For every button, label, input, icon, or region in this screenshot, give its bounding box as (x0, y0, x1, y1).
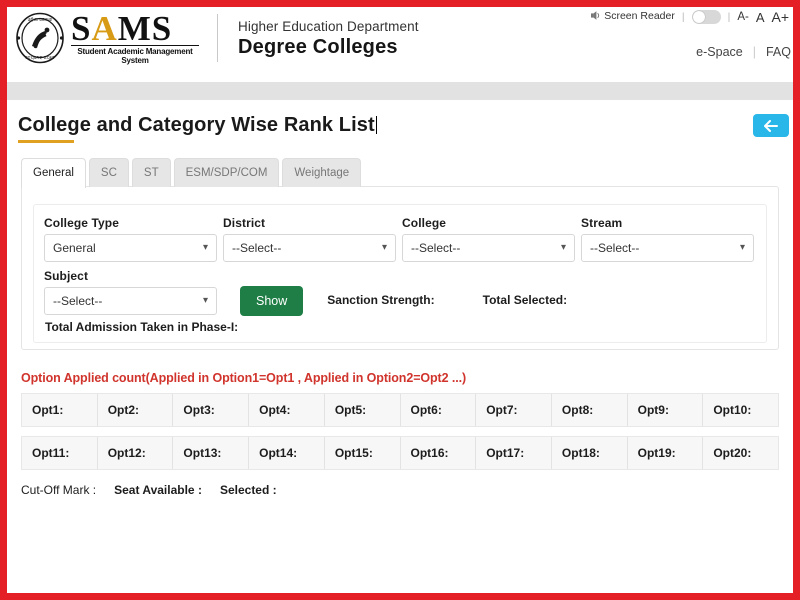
opt-cell: Opt5: (324, 394, 401, 426)
opt-cell: Opt18: (551, 437, 628, 469)
opt-cell: Opt10: (703, 394, 779, 426)
tab-general[interactable]: General (21, 158, 86, 188)
opt-cell: Opt8: (551, 394, 628, 426)
opt-cell: Opt20: (703, 437, 779, 469)
opt-cell: Opt4: (249, 394, 325, 426)
label-college-type: College Type (44, 216, 119, 230)
total-admission-label: Total Admission Taken in Phase-I: (45, 320, 239, 334)
select-college-type[interactable]: General ▾ (44, 234, 217, 262)
selected-label: Selected : (219, 483, 277, 497)
opt-cell: Opt19: (627, 437, 704, 469)
sams-tagline: Student Academic Management System (71, 45, 199, 65)
opt-cell: Opt14: (249, 437, 325, 469)
utility-bar: Screen Reader | | A- A A+ (590, 9, 789, 25)
header-divider (217, 13, 218, 62)
tab-panel-general: College Type General ▾ District --Select… (21, 186, 779, 350)
select-college-type-value: General (53, 241, 96, 255)
field-stream: Stream --Select-- ▾ (581, 216, 754, 262)
screenshot-frame: ଓଡ଼ିଶା ସରକାର ସତ୍ୟମେବ ଜୟତେ SAMS Student A… (0, 0, 800, 600)
label-district: District (223, 216, 266, 230)
site-header: ଓଡ଼ିଶା ସରକାର ସତ୍ୟମେବ ଜୟତେ SAMS Student A… (7, 7, 793, 82)
page-title: College and Category Wise Rank List (18, 114, 377, 136)
summary-row: Cut-Off Mark : Seat Available : Selected… (21, 483, 793, 497)
sanction-strength-label: Sanction Strength: (327, 293, 435, 307)
option-applied-note: Option Applied count(Applied in Option1=… (21, 371, 467, 385)
field-college: College --Select-- ▾ (402, 216, 575, 262)
opt-cell: Opt13: (173, 437, 250, 469)
font-increase-button[interactable]: A+ (771, 9, 789, 25)
back-button[interactable] (753, 114, 789, 137)
nav-link-espace[interactable]: e-Space (696, 45, 743, 59)
svg-text:ଓଡ଼ିଶା ସରକାର: ଓଡ଼ିଶା ସରକାର (28, 17, 53, 22)
screen-reader-toggle-label[interactable]: Screen Reader (590, 10, 675, 24)
option-row-2: Opt11: Opt12: Opt13: Opt14: Opt15: Opt16… (21, 436, 779, 470)
sams-wordmark: SAMS (71, 9, 173, 48)
tab-st[interactable]: ST (131, 158, 171, 187)
utility-separator-2: | (727, 11, 731, 23)
sams-logo: SAMS Student Academic Management System (71, 9, 199, 65)
opt-cell: Opt6: (400, 394, 477, 426)
tab-sc[interactable]: SC (88, 158, 129, 187)
opt-cell: Opt7: (476, 394, 552, 426)
label-subject: Subject (44, 269, 89, 283)
select-subject[interactable]: --Select-- ▾ (44, 287, 217, 315)
field-college-type: College Type General ▾ (44, 216, 217, 262)
opt-cell: Opt3: (173, 394, 250, 426)
page-content: College and Category Wise Rank List Gene… (7, 100, 793, 588)
opt-cell: Opt11: (22, 437, 98, 469)
odisha-emblem-icon: ଓଡ଼ିଶା ସରକାର ସତ୍ୟମେବ ଜୟତେ (15, 12, 65, 64)
chevron-down-icon: ▾ (202, 242, 208, 253)
tab-esm-sdp-com[interactable]: ESM/SDP/COM (173, 158, 280, 187)
opt-cell: Opt2: (97, 394, 174, 426)
speaker-icon (590, 10, 601, 24)
select-stream-value: --Select-- (590, 241, 640, 255)
brand-block: ଓଡ଼ିଶା ସରକାର ସତ୍ୟମେବ ଜୟତେ SAMS Student A… (15, 9, 419, 65)
chevron-down-icon: ▾ (560, 242, 566, 253)
field-district: District --Select-- ▾ (223, 216, 396, 262)
field-subject: Subject --Select-- ▾ (44, 269, 234, 315)
show-button[interactable]: Show (240, 286, 304, 316)
portal-name: Degree Colleges (238, 35, 398, 58)
opt-cell: Opt16: (400, 437, 477, 469)
select-subject-value: --Select-- (53, 294, 103, 308)
opt-cell: Opt9: (627, 394, 704, 426)
switch-knob (692, 11, 705, 23)
opt-cell: Opt12: (97, 437, 174, 469)
chevron-down-icon: ▾ (202, 295, 208, 306)
utility-separator-1: | (681, 11, 685, 23)
total-selected-label: Total Selected: (482, 293, 568, 307)
text-cursor (375, 116, 377, 134)
opt-cell: Opt17: (476, 437, 552, 469)
filter-row-2: Subject --Select-- ▾ Show Sanction Stren… (44, 269, 756, 316)
option-row-1: Opt1: Opt2: Opt3: Opt4: Opt5: Opt6: Opt7… (21, 393, 779, 427)
label-stream: Stream (581, 216, 623, 230)
header-nav: e-Space | FAQ (696, 45, 791, 59)
department-block: Higher Education Department Degree Colle… (238, 17, 419, 59)
chevron-down-icon: ▾ (381, 242, 387, 253)
screen-reader-switch[interactable] (691, 10, 721, 24)
header-gray-strip (7, 82, 793, 100)
chevron-down-icon: ▾ (739, 242, 745, 253)
select-stream[interactable]: --Select-- ▾ (581, 234, 754, 262)
cutoff-mark-label: Cut-Off Mark : (21, 483, 97, 497)
select-district[interactable]: --Select-- ▾ (223, 234, 396, 262)
browser-viewport: ଓଡ଼ିଶା ସରକାର ସତ୍ୟମେବ ଜୟତେ SAMS Student A… (7, 7, 793, 593)
label-college: College (402, 216, 447, 230)
nav-separator: | (752, 45, 756, 59)
select-college-value: --Select-- (411, 241, 461, 255)
font-decrease-button[interactable]: A- (737, 11, 749, 23)
arrow-left-icon (764, 119, 778, 132)
filter-row-1: College Type General ▾ District --Select… (44, 216, 756, 262)
nav-link-faq[interactable]: FAQ (766, 45, 791, 59)
font-normal-button[interactable]: A (756, 10, 765, 25)
tab-weightage[interactable]: Weightage (282, 158, 362, 187)
seat-available-label: Seat Available : (114, 483, 202, 497)
opt-cell: Opt15: (324, 437, 401, 469)
filter-card: College Type General ▾ District --Select… (33, 204, 767, 343)
select-district-value: --Select-- (232, 241, 282, 255)
opt-cell: Opt1: (22, 394, 98, 426)
select-college[interactable]: --Select-- ▾ (402, 234, 575, 262)
department-name: Higher Education Department (238, 18, 419, 34)
tab-bar: General SC ST ESM/SDP/COM Weightage (7, 143, 793, 188)
